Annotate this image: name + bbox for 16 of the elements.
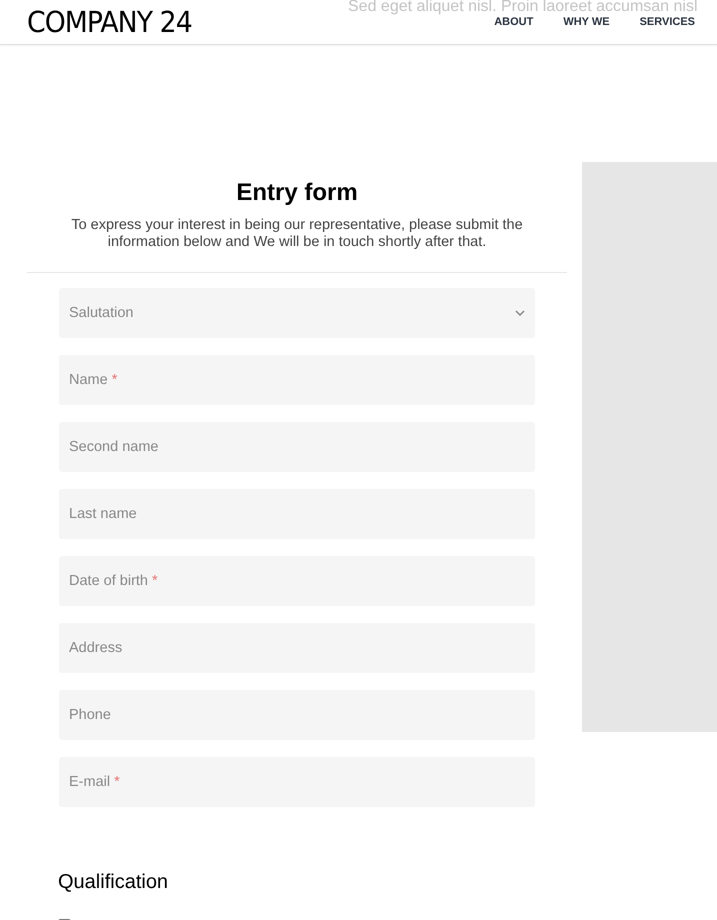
form-title: Entry form (235, 179, 359, 207)
input-field[interactable]: Second name (59, 422, 535, 472)
input-field[interactable]: E-mail * (59, 757, 535, 807)
company-logo[interactable]: COMPANY 24 (27, 5, 192, 39)
input-field[interactable]: Last name (59, 489, 535, 539)
nav-link[interactable]: ABOUT (494, 16, 534, 28)
input-field[interactable]: Address (59, 623, 535, 673)
select-field[interactable]: Salutation (59, 288, 535, 338)
input-field[interactable]: Date of birth * (59, 556, 535, 606)
nav-link[interactable]: WHY WE (563, 16, 610, 28)
chevron-down-icon (515, 310, 525, 316)
form-intro: To express your interest in being our representative, please submit the information below and We will be in touch shortly after that. (70, 217, 524, 251)
section-title: Qualification (58, 871, 170, 894)
nav-link[interactable]: SERVICES (640, 16, 695, 28)
input-field[interactable]: Name * (59, 355, 535, 405)
input-field[interactable]: Phone (59, 690, 535, 740)
